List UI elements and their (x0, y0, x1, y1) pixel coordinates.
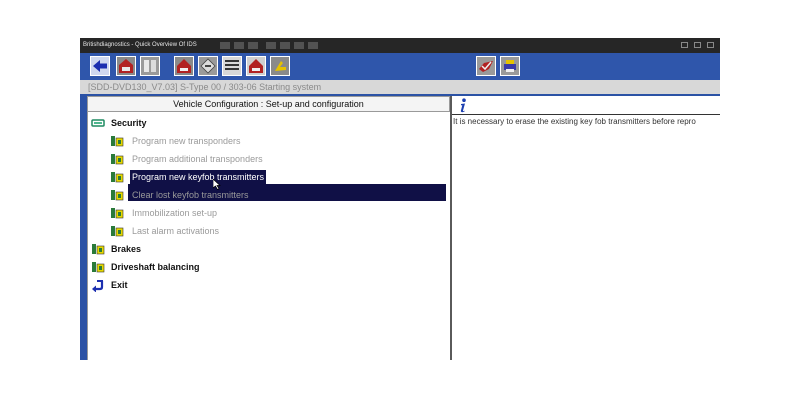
info-icon (460, 98, 466, 113)
tree-item-brakes[interactable]: Brakes (91, 240, 141, 257)
transponder-icon (110, 170, 124, 184)
tree-item-label: Program new keyfob transmitters (130, 169, 267, 184)
back-button[interactable] (90, 56, 110, 76)
vehicle-selected-icon (247, 57, 265, 75)
tick-vehicle-button[interactable] (476, 56, 496, 76)
diagnostic-tag-icon (199, 57, 217, 75)
printer-icon (501, 57, 519, 75)
tree-item-program-additional-transponders[interactable]: Program additional transponders (110, 150, 265, 167)
tool-panel-button[interactable] (140, 56, 160, 76)
title-tool-icon (280, 42, 290, 49)
transponder-icon (91, 242, 105, 256)
configuration-button[interactable] (222, 56, 242, 76)
tree-item-last-alarm-activations[interactable]: Last alarm activations (110, 222, 221, 239)
tree-item-immobilization-set-up[interactable]: Immobilization set-up (110, 204, 219, 221)
tree-item-clear-lost-keyfob-transmitters[interactable]: Clear lost keyfob transmitters (110, 186, 251, 203)
title-tool-icon (308, 42, 318, 49)
tree-item-label: Immobilization set-up (132, 207, 218, 218)
transponder-icon (110, 134, 124, 148)
tree-item-label: Brakes (111, 243, 142, 254)
tree-item-label: Clear lost keyfob transmitters (132, 189, 249, 200)
tree-item-label: Driveshaft balancing (111, 261, 200, 272)
status-bar: [SDD-DVD130_V7.03] S-Type 00 / 303-06 St… (80, 80, 720, 94)
panel-header: Vehicle Configuration : Set-up and confi… (88, 96, 450, 112)
tree-item-label: Security (111, 117, 147, 128)
window-title: Britishdiagnostics - Quick Overview Of I… (83, 42, 197, 48)
printer-button[interactable] (500, 56, 520, 76)
info-message: It is necessary to erase the existing ke… (453, 117, 696, 126)
title-tool-icon (294, 42, 304, 49)
back-arrow-icon (91, 57, 109, 75)
tree-item-program-new-keyfob-transmitters[interactable]: Program new keyfob transmitters (110, 168, 267, 185)
vehicle-selected-button[interactable] (246, 56, 266, 76)
transponder-icon (110, 206, 124, 220)
exit-arrow-icon (91, 278, 105, 292)
transponder-icon (91, 260, 105, 274)
vehicle-icon (175, 57, 193, 75)
title-tool-icon (266, 42, 276, 49)
expanded-folder-icon (91, 116, 105, 130)
tree-item-label: Program additional transponders (132, 153, 263, 164)
title-bar: Britishdiagnostics - Quick Overview Of I… (80, 38, 720, 53)
tool-panel-icon (141, 57, 159, 75)
tree-item-label: Last alarm activations (132, 225, 220, 236)
ids-application-window: Britishdiagnostics - Quick Overview Of I… (80, 38, 720, 360)
info-separator (452, 114, 720, 115)
vehicle-garage-button[interactable] (116, 56, 136, 76)
title-tool-icon (234, 42, 244, 49)
transponder-icon (110, 152, 124, 166)
minimize-button[interactable] (681, 42, 688, 48)
information-panel: It is necessary to erase the existing ke… (452, 96, 720, 360)
transponder-icon (110, 224, 124, 238)
vehicle-button[interactable] (174, 56, 194, 76)
mouse-cursor-icon (213, 179, 221, 190)
tree-item-security[interactable]: Security (91, 114, 147, 131)
tree-item-exit[interactable]: Exit (91, 276, 128, 293)
tree-item-label: Exit (111, 279, 128, 290)
main-toolbar (80, 53, 720, 80)
forward-button[interactable] (270, 56, 290, 76)
transponder-icon (110, 188, 124, 202)
vehicle-configuration-panel: Vehicle Configuration : Set-up and confi… (87, 96, 450, 360)
configuration-icon (223, 57, 241, 75)
tree-item-driveshaft-balancing[interactable]: Driveshaft balancing (91, 258, 200, 275)
title-tool-icon (248, 42, 258, 49)
close-button[interactable] (707, 42, 714, 48)
tree-item-program-new-transponders[interactable]: Program new transponders (110, 132, 243, 149)
tick-vehicle-icon (477, 57, 495, 75)
maximize-button[interactable] (694, 42, 701, 48)
window-controls (681, 42, 714, 48)
title-tool-icon (220, 42, 230, 49)
diagnostic-tag-button[interactable] (198, 56, 218, 76)
forward-arrow-icon (271, 57, 289, 75)
vehicle-garage-icon (117, 57, 135, 75)
title-bar-tools (220, 41, 318, 50)
tree-item-label: Program new transponders (132, 135, 241, 146)
